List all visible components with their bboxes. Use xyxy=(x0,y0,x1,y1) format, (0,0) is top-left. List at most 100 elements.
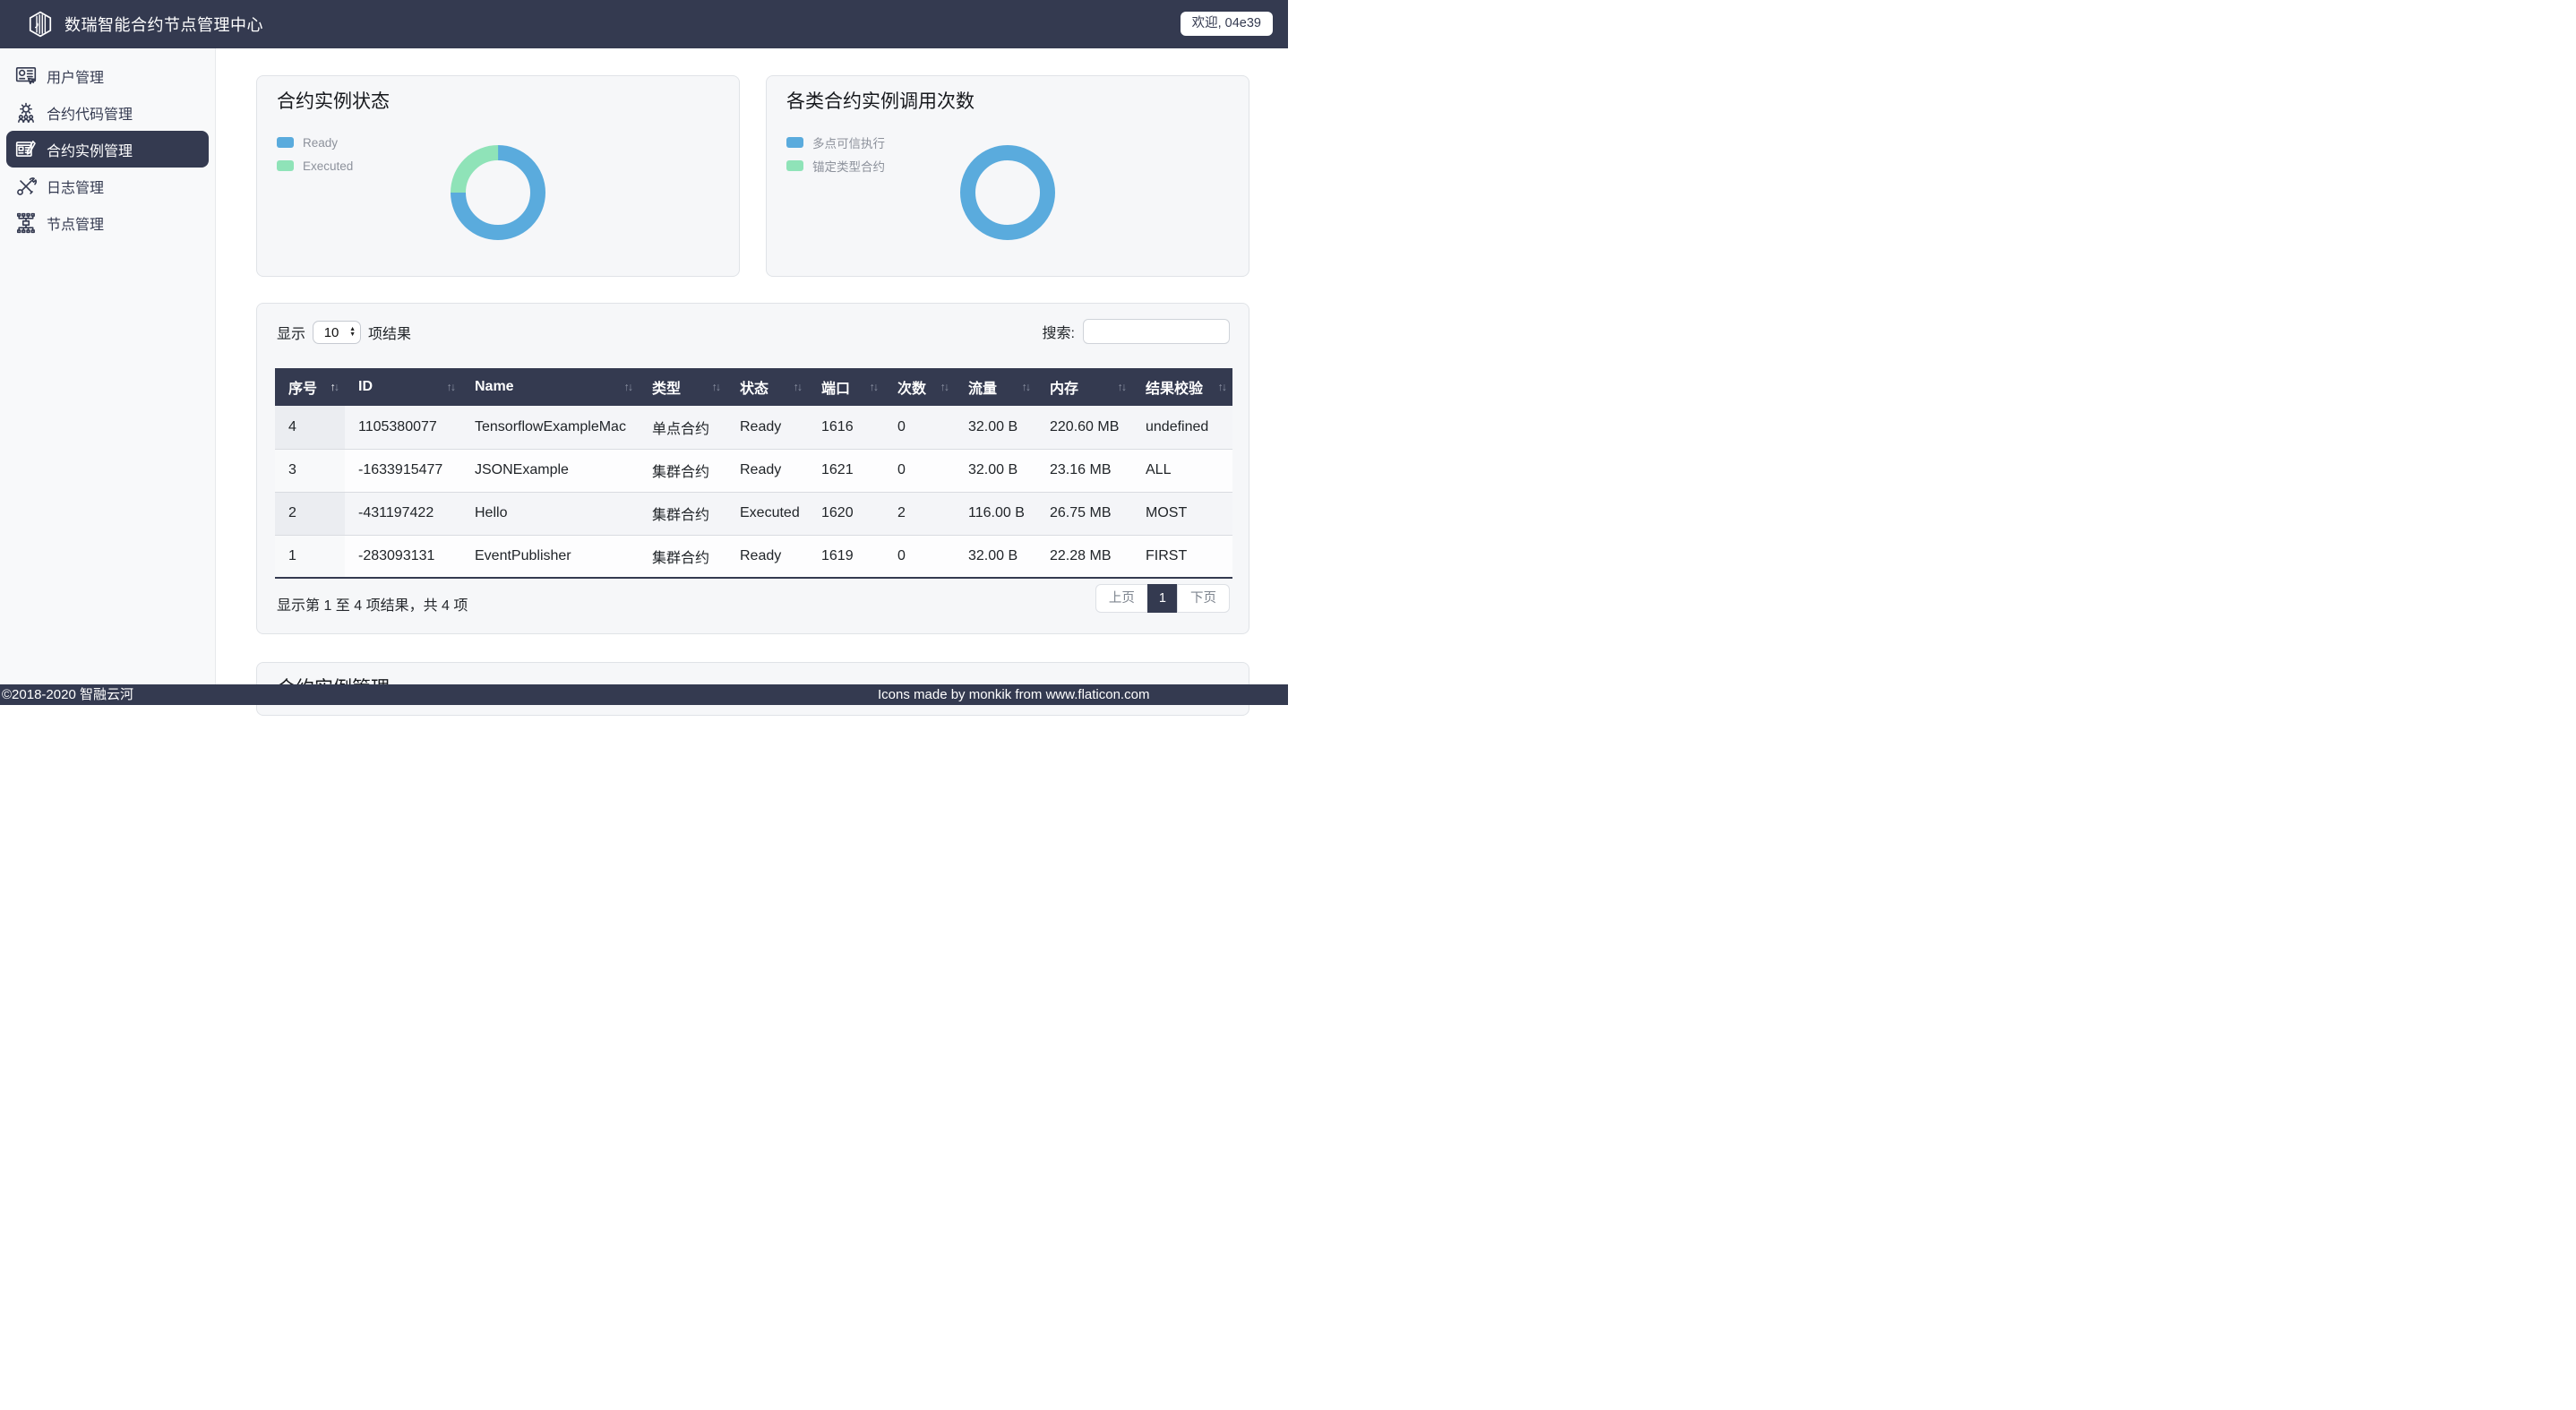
column-label: 端口 xyxy=(821,382,850,397)
invocation-count-card: 各类合约实例调用次数 多点可信执行 锚定类型合约 xyxy=(766,75,1249,277)
search-control: 搜索: xyxy=(1043,319,1230,344)
length-prefix-label: 显示 xyxy=(277,322,305,343)
search-input[interactable] xyxy=(1083,319,1230,344)
sidebar-item-label: 节点管理 xyxy=(47,212,104,234)
legend-label: Executed xyxy=(303,159,353,173)
sidebar-item-1[interactable]: 合约代码管理 xyxy=(6,94,209,131)
column-label: 流量 xyxy=(968,382,997,397)
column-header-7[interactable]: 流量 ↑↓ xyxy=(955,368,1036,406)
column-header-5[interactable]: 端口 ↑↓ xyxy=(808,368,884,406)
table-cell: Ready xyxy=(726,449,808,492)
column-header-9[interactable]: 结果校验 ↑↓ xyxy=(1132,368,1232,406)
table-info-text: 显示第 1 至 4 项结果，共 4 项 xyxy=(277,593,468,615)
column-header-0[interactable]: 序号 ↑↓ xyxy=(275,368,345,406)
page-size-select[interactable]: 10 ▲▼ xyxy=(313,321,361,344)
legend-color-chip xyxy=(277,137,294,148)
table-cell: 1619 xyxy=(808,535,884,578)
table-cell: 1621 xyxy=(808,449,884,492)
log-management-icon xyxy=(14,175,38,198)
column-label: Name xyxy=(475,379,514,394)
table-row-0: 41105380077TensorflowExampleMac单点合约Ready… xyxy=(275,406,1232,449)
search-label: 搜索: xyxy=(1043,321,1075,342)
sidebar-item-label: 合约实例管理 xyxy=(47,139,133,160)
column-header-1[interactable]: ID ↑↓ xyxy=(345,368,461,406)
legend-item[interactable]: 锚定类型合约 xyxy=(786,154,885,177)
page-title: 数瑞智能合约节点管理中心 xyxy=(64,13,263,36)
column-header-3[interactable]: 类型 ↑↓ xyxy=(639,368,726,406)
chart-legend: 多点可信执行 锚定类型合约 xyxy=(786,131,885,177)
table-cell: TensorflowExampleMac xyxy=(461,406,639,449)
column-header-4[interactable]: 状态 ↑↓ xyxy=(726,368,808,406)
contract-instance-icon xyxy=(14,138,38,161)
table-cell: EventPublisher xyxy=(461,535,639,578)
copyright-text: ©2018-2020 智融云河 xyxy=(2,684,133,705)
sidebar-menu: 用户管理 合约代码管理 合约实例管理 日志管理 节点管理 xyxy=(0,48,215,241)
legend-item[interactable]: 多点可信执行 xyxy=(786,131,885,154)
sort-arrows-icon: ↑↓ xyxy=(870,381,878,393)
chart-legend: Ready Executed xyxy=(277,131,353,177)
table-cell: 0 xyxy=(884,449,955,492)
page-length-control: 显示 10 ▲▼ 项结果 xyxy=(277,321,411,344)
table-cell: ALL xyxy=(1132,449,1232,492)
sidebar-item-4[interactable]: 节点管理 xyxy=(6,204,209,241)
sort-arrows-icon: ↑↓ xyxy=(331,381,339,393)
welcome-user-button[interactable]: 欢迎, 04e39 xyxy=(1181,12,1273,36)
length-suffix-label: 项结果 xyxy=(368,322,411,343)
contract-instance-table: 序号 ↑↓ID ↑↓Name ↑↓类型 ↑↓状态 ↑↓端口 ↑↓次数 ↑↓流量 … xyxy=(275,368,1232,579)
column-header-6[interactable]: 次数 ↑↓ xyxy=(884,368,955,406)
brand-logo-icon xyxy=(27,10,54,39)
table-cell: Ready xyxy=(726,535,808,578)
legend-label: 锚定类型合约 xyxy=(812,157,885,175)
sidebar-item-0[interactable]: 用户管理 xyxy=(6,57,209,94)
table-cell: 23.16 MB xyxy=(1036,449,1132,492)
table-cell: undefined xyxy=(1132,406,1232,449)
table-cell: 集群合约 xyxy=(639,492,726,535)
table-cell: 32.00 B xyxy=(955,449,1036,492)
sort-arrows-icon: ↑↓ xyxy=(447,381,455,393)
table-cell: 1 xyxy=(275,535,345,578)
page-number-button-1[interactable]: 1 xyxy=(1147,584,1178,613)
column-header-8[interactable]: 内存 ↑↓ xyxy=(1036,368,1132,406)
legend-color-chip xyxy=(786,137,803,148)
legend-item[interactable]: Ready xyxy=(277,131,353,154)
page-size-value: 10 xyxy=(313,325,349,340)
legend-label: Ready xyxy=(303,136,338,150)
sidebar-item-label: 合约代码管理 xyxy=(47,102,133,124)
sort-arrows-icon: ↑↓ xyxy=(1022,381,1030,393)
pagination: 上页1下页 xyxy=(1095,584,1230,613)
table-cell: 32.00 B xyxy=(955,535,1036,578)
prev-page-button[interactable]: 上页 xyxy=(1095,584,1148,613)
column-label: ID xyxy=(358,379,373,394)
sidebar: 用户管理 合约代码管理 合约实例管理 日志管理 节点管理 xyxy=(0,48,216,684)
column-label: 次数 xyxy=(897,382,926,397)
table-cell: -1633915477 xyxy=(345,449,461,492)
sidebar-item-3[interactable]: 日志管理 xyxy=(6,168,209,204)
doughnut-chart xyxy=(451,145,545,240)
sidebar-item-label: 用户管理 xyxy=(47,65,104,87)
icons-credit-text: Icons made by monkik from www.flaticon.c… xyxy=(878,684,1149,705)
table-cell: 22.28 MB xyxy=(1036,535,1132,578)
select-stepper-icon: ▲▼ xyxy=(349,327,356,338)
sort-arrows-icon: ↑↓ xyxy=(794,381,802,393)
table-cell: 26.75 MB xyxy=(1036,492,1132,535)
table-cell: 116.00 B xyxy=(955,492,1036,535)
contract-status-card: 合约实例状态 Ready Executed xyxy=(256,75,740,277)
column-label: 内存 xyxy=(1050,382,1078,397)
table-cell: 2 xyxy=(275,492,345,535)
table-row-1: 3-1633915477JSONExample集群合约Ready1621032.… xyxy=(275,449,1232,492)
column-header-2[interactable]: Name ↑↓ xyxy=(461,368,639,406)
next-page-button[interactable]: 下页 xyxy=(1177,584,1230,613)
legend-label: 多点可信执行 xyxy=(812,133,885,151)
legend-item[interactable]: Executed xyxy=(277,154,353,177)
sidebar-item-2[interactable]: 合约实例管理 xyxy=(6,131,209,168)
table-cell: FIRST xyxy=(1132,535,1232,578)
contract-code-icon xyxy=(14,101,38,125)
top-navbar: 数瑞智能合约节点管理中心 欢迎, 04e39 xyxy=(0,0,1288,48)
table-cell: JSONExample xyxy=(461,449,639,492)
table-cell: -283093131 xyxy=(345,535,461,578)
legend-color-chip xyxy=(786,160,803,171)
column-label: 序号 xyxy=(288,382,317,397)
table-cell: -431197422 xyxy=(345,492,461,535)
table-cell: MOST xyxy=(1132,492,1232,535)
node-management-icon xyxy=(14,211,38,235)
